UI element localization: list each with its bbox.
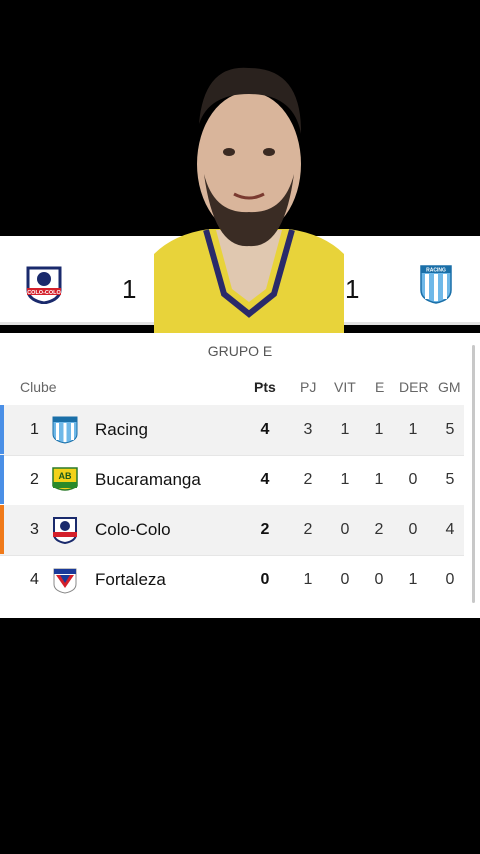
points: 0: [260, 571, 270, 588]
club-name: Colo-Colo: [95, 520, 171, 539]
presenter-video-overlay: [154, 67, 344, 334]
club-name: Bucaramanga: [95, 470, 201, 489]
svg-text:COLO-COLO: COLO-COLO: [27, 290, 61, 296]
group-title: GRUPO E: [207, 343, 273, 359]
row-position: 2: [30, 471, 39, 488]
header-e: E: [375, 379, 385, 395]
row-position: 1: [30, 421, 39, 438]
qualification-indicator: [0, 455, 4, 504]
fortaleza-badge-icon: [53, 568, 77, 594]
header-pj: PJ: [300, 379, 317, 395]
qualification-indicator: [0, 405, 4, 454]
points: 4: [260, 471, 270, 488]
table-row[interactable]: 2 AB Bucaramanga 4 2 1 1 0 5: [0, 455, 464, 506]
goals-for: 5: [445, 471, 455, 488]
played: 1: [303, 571, 313, 588]
points: 4: [260, 421, 270, 438]
row-position: 3: [30, 521, 39, 538]
colo-colo-crest-icon: COLO-COLO: [26, 266, 62, 304]
header-der: DER: [399, 379, 429, 395]
row-position: 4: [30, 571, 39, 588]
group-standings-table: GRUPO E Clube Pts PJ VIT E DER GM 1 Raci…: [0, 333, 480, 618]
draws: 0: [374, 571, 384, 588]
losses: 1: [408, 571, 418, 588]
losses: 0: [408, 521, 418, 538]
wins: 1: [340, 421, 350, 438]
played: 2: [303, 521, 313, 538]
header-gm: GM: [438, 379, 461, 395]
svg-text:AB: AB: [59, 471, 72, 481]
bucaramanga-badge-icon: AB: [52, 467, 78, 491]
header-vit: VIT: [334, 379, 356, 395]
home-score: 1: [122, 274, 137, 304]
played: 2: [303, 471, 313, 488]
wins: 0: [340, 521, 350, 538]
colo-colo-badge-icon: [53, 517, 77, 544]
played: 3: [303, 421, 313, 438]
header-pts: Pts: [254, 379, 276, 395]
draws: 1: [374, 471, 384, 488]
losses: 0: [408, 471, 418, 488]
header-club: Clube: [20, 379, 57, 395]
club-name: Fortaleza: [95, 570, 166, 589]
table-row[interactable]: 3 Colo-Colo 2 2 0 2 0 4: [0, 505, 464, 556]
table-row[interactable]: 1 Racing 4 3 1 1 1 5: [0, 405, 464, 456]
losses: 1: [408, 421, 418, 438]
goals-for: 4: [445, 521, 455, 538]
svg-text:RACING: RACING: [426, 268, 446, 274]
scrollbar[interactable]: [472, 345, 475, 603]
goals-for: 0: [445, 571, 455, 588]
wins: 0: [340, 571, 350, 588]
goals-for: 5: [445, 421, 455, 438]
draws: 1: [374, 421, 384, 438]
racing-crest-icon: RACING: [420, 265, 452, 304]
points: 2: [260, 521, 270, 538]
draws: 2: [374, 521, 384, 538]
racing-badge-icon: [52, 416, 78, 444]
away-score: 1: [345, 274, 360, 304]
qualification-indicator: [0, 505, 4, 554]
wins: 1: [340, 471, 350, 488]
table-row[interactable]: 4 Fortaleza 0 1 0 0 1 0: [0, 555, 464, 605]
club-name: Racing: [95, 420, 148, 439]
